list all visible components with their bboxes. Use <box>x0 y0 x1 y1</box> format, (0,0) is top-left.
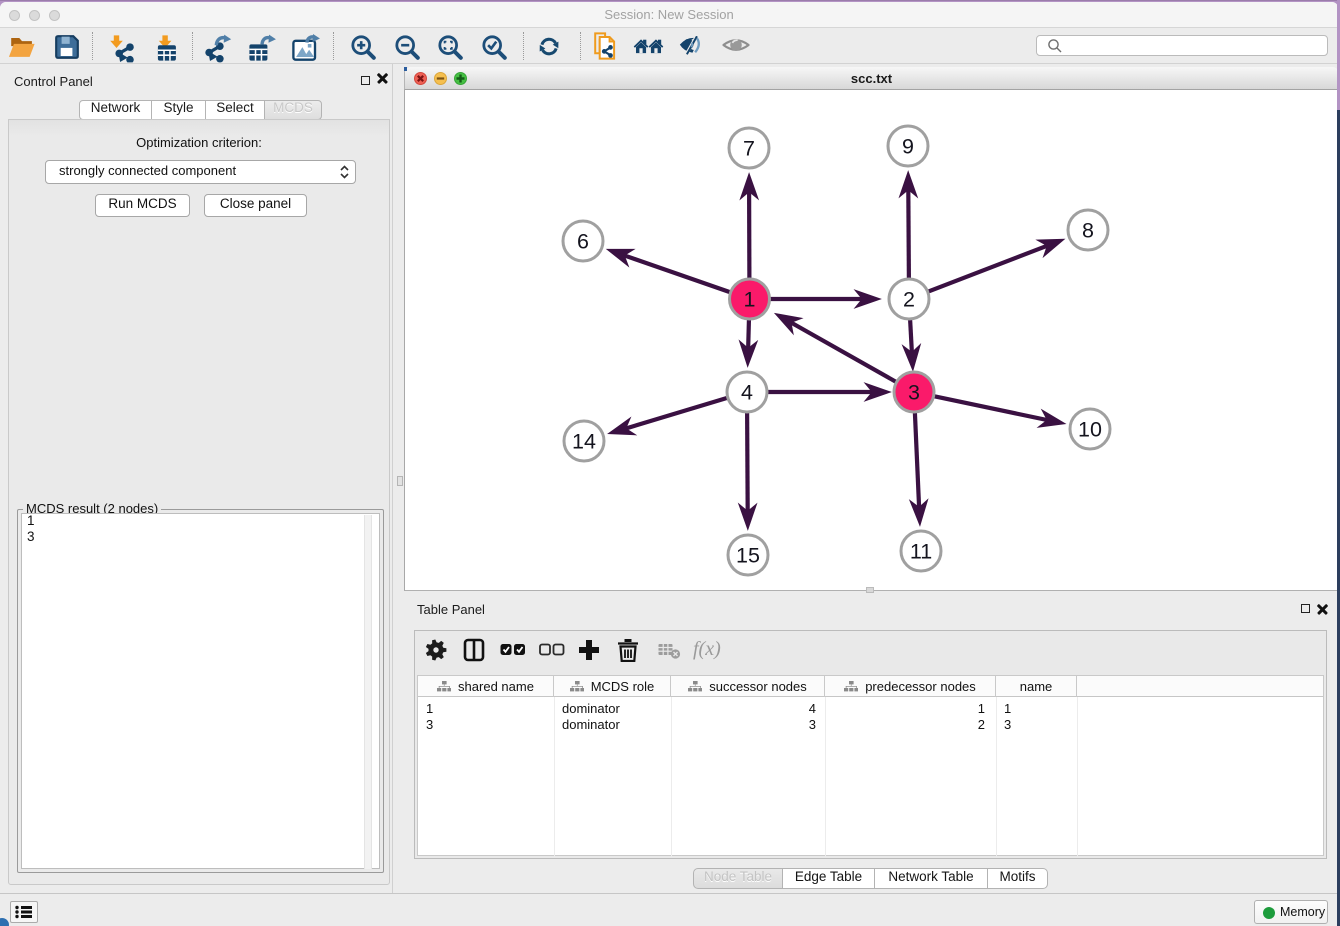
svg-text:6: 6 <box>577 230 589 254</box>
svg-text:11: 11 <box>910 540 932 564</box>
svg-text:4: 4 <box>741 381 753 405</box>
svg-text:8: 8 <box>1082 219 1094 243</box>
svg-text:9: 9 <box>902 135 914 159</box>
svg-text:1: 1 <box>744 288 756 312</box>
svg-text:15: 15 <box>736 544 760 568</box>
svg-text:10: 10 <box>1078 418 1102 442</box>
svg-text:3: 3 <box>908 381 920 405</box>
svg-text:7: 7 <box>743 137 755 161</box>
svg-text:2: 2 <box>903 288 915 312</box>
svg-text:14: 14 <box>572 430 596 454</box>
